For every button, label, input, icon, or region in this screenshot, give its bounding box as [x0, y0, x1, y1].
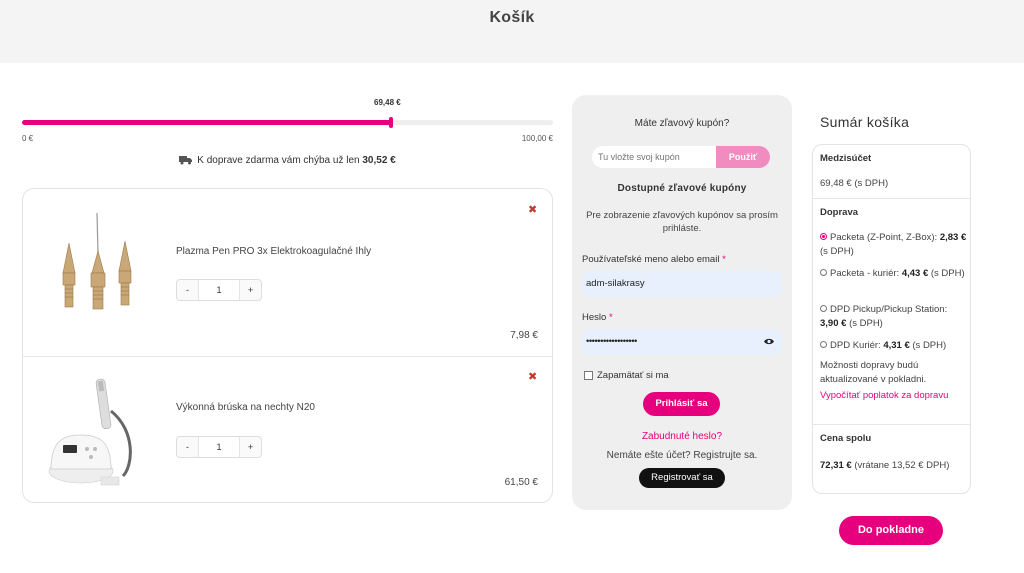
checkout-button[interactable]: Do pokladne	[839, 516, 943, 545]
no-account-text: Nemáte ešte účet? Registrujte sa.	[606, 450, 758, 461]
subtotal-label: Medzisúčet	[820, 153, 872, 164]
page-header: Košík	[0, 0, 1024, 63]
item-price: 7,98 €	[510, 330, 538, 341]
shipping-radio[interactable]	[820, 305, 827, 312]
free-shipping-note: K doprave zdarma vám chýba už len 30,52 …	[22, 155, 553, 166]
apply-coupon-button[interactable]: Použiť	[716, 146, 770, 168]
shipping-option-price: 4,31 €	[883, 340, 910, 351]
shipping-option-name: Packeta - kuriér:	[830, 268, 900, 279]
shipping-option-price: 3,90 €	[820, 318, 847, 329]
summary-title: Sumár košíka	[820, 114, 910, 130]
required-mark: *	[722, 254, 726, 265]
shipping-option-name: DPD Kuriér:	[830, 340, 881, 351]
shipping-option[interactable]: Packeta (Z-Point, Z-Box): 2,83 € (s DPH)	[820, 231, 968, 259]
quantity-decrease-button[interactable]: -	[177, 442, 198, 452]
item-price: 61,50 €	[504, 477, 538, 488]
remove-item-icon[interactable]: ✖	[528, 370, 537, 383]
quantity-increase-button[interactable]: +	[240, 285, 261, 295]
password-value: ••••••••••••••••••	[586, 336, 637, 347]
coupon-input[interactable]	[592, 146, 716, 168]
subtotal-suffix: (s DPH)	[854, 178, 889, 189]
shipping-option[interactable]: DPD Pickup/Pickup Station: 3,90 € (s DPH…	[820, 303, 968, 331]
total-value-line: 72,31 € (vrátane 13,52 € DPH)	[820, 459, 968, 473]
coupon-question: Máte zľavový kupón?	[634, 118, 730, 129]
register-button[interactable]: Registrovať sa	[639, 468, 725, 488]
truck-icon	[179, 156, 193, 165]
shipping-option-price: 4,43 €	[901, 268, 929, 279]
shipping-radio-selected[interactable]	[820, 233, 827, 240]
calculate-shipping-link[interactable]: Vypočítať poplatok za dopravu	[820, 389, 968, 403]
subtotal-value: 69,48 €	[820, 178, 852, 189]
username-label-text: Používateľské meno alebo email	[582, 254, 720, 265]
shipping-option-suffix: (s DPH)	[849, 318, 883, 329]
login-button[interactable]: Prihlásiť sa	[643, 392, 720, 416]
nail-drill-icon	[48, 378, 132, 486]
progress-track	[22, 117, 553, 128]
shipping-option-suffix: (s DPH)	[912, 340, 947, 351]
shipping-option-name: DPD Pickup/Pickup Station:	[830, 304, 948, 315]
shipping-option-suffix: (s DPH)	[930, 268, 965, 279]
page-title: Košík	[489, 9, 535, 26]
shipping-radio[interactable]	[820, 341, 827, 348]
progress-min-label: 0 €	[22, 134, 34, 143]
shipping-note-amount: 30,52 €	[362, 155, 396, 166]
total-suffix: (vrátane 13,52 € DPH)	[854, 460, 950, 471]
needles-icon	[62, 212, 132, 310]
remember-me[interactable]: Zapamätať si ma	[584, 370, 669, 381]
username-field[interactable]: adm-silakrasy	[582, 271, 782, 297]
coupon-login-panel: Máte zľavový kupón? Použiť Dostupné zľav…	[572, 95, 792, 510]
remember-me-label: Zapamätať si ma	[597, 370, 669, 381]
available-coupons-title: Dostupné zľavové kupóny	[617, 183, 747, 194]
forgot-password-link[interactable]: Zabudnuté heslo?	[572, 431, 792, 442]
progress-current-value: 69,48 €	[374, 98, 401, 107]
username-label: Používateľské meno alebo email *	[582, 254, 726, 265]
cart-items: Plazma Pen PRO 3x Elektrokoagulačné Ihly…	[22, 188, 553, 503]
total-value: 72,31 €	[820, 460, 852, 471]
shipping-option-name: Packeta (Z-Point, Z-Box):	[830, 232, 938, 243]
password-field[interactable]: ••••••••••••••••••	[582, 329, 782, 355]
shipping-section: Doprava Packeta (Z-Point, Z-Box): 2,83 €…	[813, 199, 970, 425]
item-name[interactable]: Plazma Pen PRO 3x Elektrokoagulačné Ihly	[176, 246, 371, 257]
remember-me-checkbox[interactable]	[584, 371, 593, 380]
shipping-note-text: K doprave zdarma vám chýba už len	[197, 155, 360, 166]
item-name[interactable]: Výkonná brúska na nechty N20	[176, 402, 315, 413]
shipping-label: Doprava	[820, 207, 859, 218]
shipping-option-suffix: (s DPH)	[820, 246, 854, 257]
cart-item: Výkonná brúska na nechty N20 ✖ - 1 + 61,…	[23, 356, 552, 503]
quantity-stepper: - 1 +	[176, 279, 262, 301]
password-label: Heslo *	[582, 312, 613, 323]
shipping-radio[interactable]	[820, 269, 827, 276]
subtotal-section: Medzisúčet 69,48 € (s DPH)	[813, 145, 970, 199]
quantity-increase-button[interactable]: +	[240, 442, 261, 452]
progress-fill	[22, 120, 391, 125]
progress-marker	[389, 117, 393, 128]
shipping-option[interactable]: Packeta - kuriér: 4,43 € (s DPH)	[820, 267, 968, 281]
show-password-icon[interactable]	[763, 337, 775, 346]
progress-max-label: 100,00 €	[521, 134, 553, 143]
quantity-decrease-button[interactable]: -	[177, 285, 198, 295]
quantity-input[interactable]: 1	[198, 280, 240, 300]
quantity-stepper: - 1 +	[176, 436, 262, 458]
cart-item: Plazma Pen PRO 3x Elektrokoagulačné Ihly…	[23, 189, 552, 346]
shipping-option-price: 2,83 €	[939, 232, 967, 243]
available-coupons-info: Pre zobrazenie zľavových kupónov sa pros…	[586, 210, 778, 234]
subtotal-value-line: 69,48 € (s DPH)	[820, 177, 968, 191]
password-label-text: Heslo	[582, 312, 607, 323]
cart-summary: Medzisúčet 69,48 € (s DPH) Doprava Packe…	[812, 144, 971, 494]
quantity-input[interactable]: 1	[198, 437, 240, 457]
remove-item-icon[interactable]: ✖	[528, 203, 537, 216]
shipping-option[interactable]: DPD Kuriér: 4,31 € (s DPH)	[820, 339, 968, 353]
shipping-note: Možnosti dopravy budú aktualizované v po…	[820, 360, 927, 385]
required-mark: *	[608, 312, 613, 323]
total-section: Cena spolu 72,31 € (vrátane 13,52 € DPH)	[813, 425, 970, 493]
total-label: Cena spolu	[820, 433, 872, 444]
